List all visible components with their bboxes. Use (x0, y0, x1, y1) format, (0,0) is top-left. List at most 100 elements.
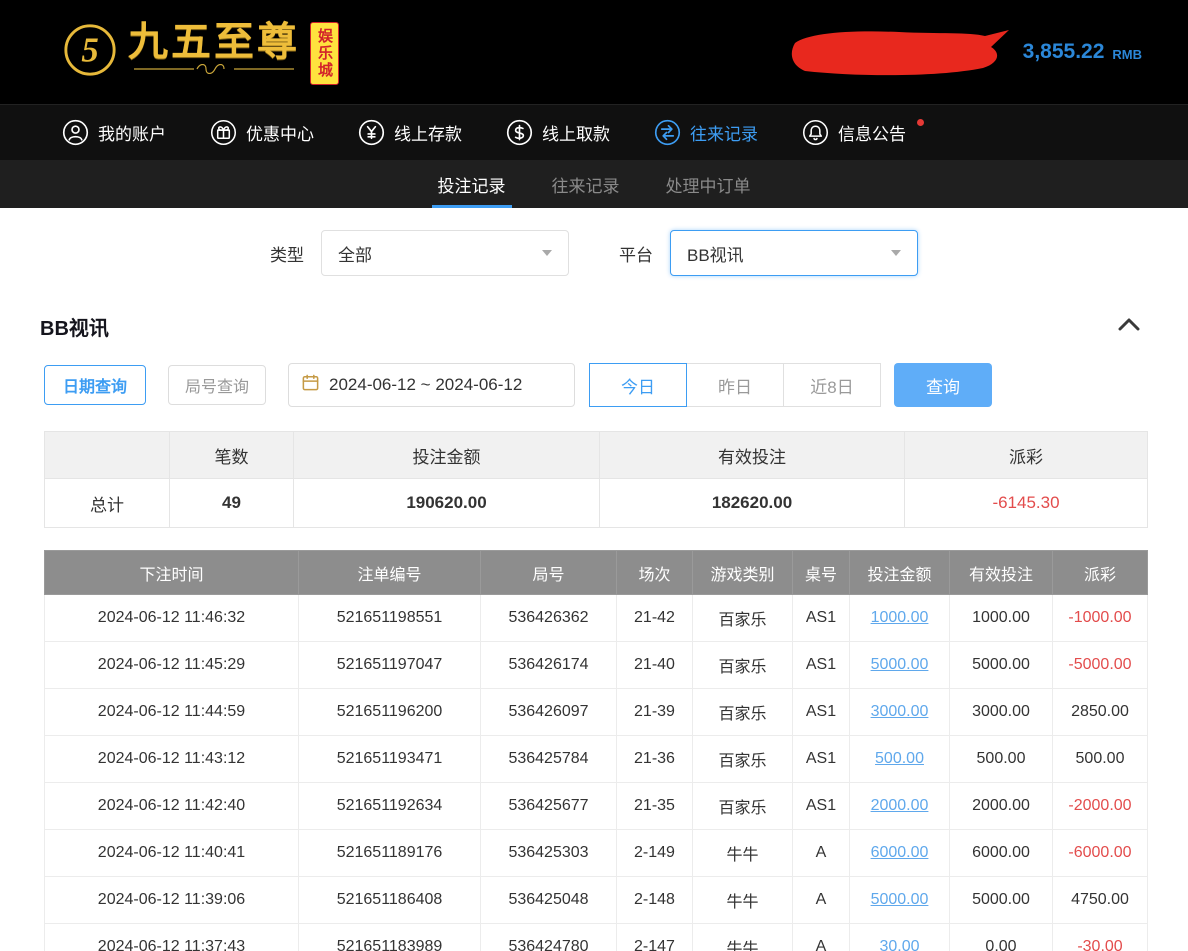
cell-game-type: 百家乐 (693, 783, 793, 830)
cell-game-type: 牛牛 (693, 877, 793, 924)
cell-session: 2-147 (617, 924, 693, 951)
nav-item-promotions[interactable]: 优惠中心 (210, 119, 314, 146)
cell-game-type: 牛牛 (693, 830, 793, 877)
record-tabs: 投注记录 往来记录 处理中订单 (0, 160, 1188, 208)
table-row: 2024-06-12 11:37:43 521651183989 5364247… (45, 924, 1148, 951)
table-body: 2024-06-12 11:46:32 521651198551 5364263… (45, 595, 1148, 951)
balance-amount: 3,855.22 (1023, 40, 1105, 64)
header-game-type: 游戏类别 (693, 551, 793, 595)
date-range-input[interactable]: 2024-06-12 ~ 2024-06-12 (288, 363, 575, 407)
nav-item-my-account[interactable]: 我的账户 (62, 119, 166, 146)
cell-bet-amount-link[interactable]: 3000.00 (850, 689, 950, 736)
section-title: BB视讯 (40, 312, 109, 341)
nav-item-withdraw[interactable]: 线上取款 (506, 119, 610, 146)
cell-session: 2-148 (617, 877, 693, 924)
cell-bet-amount-link[interactable]: 1000.00 (850, 595, 950, 642)
svg-text:5: 5 (81, 30, 98, 69)
cell-game-type: 百家乐 (693, 689, 793, 736)
yesterday-button[interactable]: 昨日 (686, 363, 784, 407)
cell-table-no: AS1 (793, 783, 850, 830)
summary-valid-bet: 182620.00 (600, 479, 905, 528)
type-select[interactable]: 全部 (321, 230, 569, 276)
date-query-button[interactable]: 日期查询 (44, 365, 146, 405)
redacted-username (789, 27, 1011, 77)
summary-header-bet-amount: 投注金额 (294, 432, 600, 479)
cell-table-no: A (793, 924, 850, 951)
summary-header-payout: 派彩 (905, 432, 1148, 479)
nav-item-deposit[interactable]: 线上存款 (358, 119, 462, 146)
table-row: 2024-06-12 11:45:29 521651197047 5364261… (45, 642, 1148, 689)
cell-bet-amount-link[interactable]: 500.00 (850, 736, 950, 783)
logo-flourish (129, 64, 299, 74)
table-row: 2024-06-12 11:43:12 521651193471 5364257… (45, 736, 1148, 783)
cell-game-type: 百家乐 (693, 642, 793, 689)
transfer-records-icon (654, 119, 681, 146)
tab-betting-records[interactable]: 投注记录 (438, 160, 506, 208)
cell-bet-no: 521651186408 (299, 877, 481, 924)
logo-emblem-icon: 5 (62, 22, 118, 83)
tab-pending-orders[interactable]: 处理中订单 (666, 160, 751, 208)
tab-transaction-records[interactable]: 往来记录 (552, 160, 620, 208)
table-header-row: 下注时间 注单编号 局号 场次 游戏类别 桌号 投注金额 有效投注 派彩 (45, 551, 1148, 595)
deposit-coin-icon (358, 119, 385, 146)
cell-valid-bet: 500.00 (950, 736, 1053, 783)
cell-valid-bet: 5000.00 (950, 642, 1053, 689)
nav-item-announcements[interactable]: 信息公告 (802, 119, 922, 146)
calendar-icon (301, 373, 320, 397)
bell-icon (802, 119, 829, 146)
cell-game-type: 百家乐 (693, 595, 793, 642)
cell-bet-amount-link[interactable]: 6000.00 (850, 830, 950, 877)
collapse-chevron-up-icon[interactable] (1114, 314, 1144, 340)
bet-records-table: 下注时间 注单编号 局号 场次 游戏类别 桌号 投注金额 有效投注 派彩 202… (44, 550, 1148, 951)
cell-bet-time: 2024-06-12 11:42:40 (45, 783, 299, 830)
cell-bet-no: 521651183989 (299, 924, 481, 951)
cell-payout: 4750.00 (1053, 877, 1148, 924)
nav-label: 往来记录 (690, 120, 758, 145)
cell-table-no: A (793, 877, 850, 924)
table-row: 2024-06-12 11:46:32 521651198551 5364263… (45, 595, 1148, 642)
nav-item-transaction-records[interactable]: 往来记录 (654, 119, 758, 146)
last-8-days-button[interactable]: 近8日 (783, 363, 881, 407)
cell-bet-amount-link[interactable]: 5000.00 (850, 877, 950, 924)
site-logo[interactable]: 5 九五至尊 娱乐城 (62, 20, 381, 85)
cell-round-no: 536425677 (481, 783, 617, 830)
summary-table: 笔数 投注金额 有效投注 派彩 总计 49 190620.00 182620.0… (44, 431, 1148, 528)
cell-session: 21-36 (617, 736, 693, 783)
summary-header-blank (45, 432, 170, 479)
summary-payout: -6145.30 (905, 479, 1148, 528)
cell-game-type: 牛牛 (693, 924, 793, 951)
cell-valid-bet: 6000.00 (950, 830, 1053, 877)
chevron-down-icon (891, 250, 901, 256)
table-row: 2024-06-12 11:40:41 521651189176 5364253… (45, 830, 1148, 877)
cell-round-no: 536425048 (481, 877, 617, 924)
platform-section-header: BB视讯 (0, 300, 1188, 349)
main-navigation: 我的账户 优惠中心 线上存款 线上取款 (0, 104, 1188, 160)
cell-game-type: 百家乐 (693, 736, 793, 783)
cell-table-no: AS1 (793, 736, 850, 783)
cell-bet-no: 521651189176 (299, 830, 481, 877)
cell-payout: -6000.00 (1053, 830, 1148, 877)
header-valid-bet: 有效投注 (950, 551, 1053, 595)
cell-payout: -2000.00 (1053, 783, 1148, 830)
nav-label: 优惠中心 (246, 120, 314, 145)
today-button[interactable]: 今日 (589, 363, 687, 407)
cell-bet-amount-link[interactable]: 30.00 (850, 924, 950, 951)
type-filter-label: 类型 (270, 241, 304, 266)
cell-table-no: AS1 (793, 595, 850, 642)
search-button[interactable]: 查询 (894, 363, 992, 407)
cell-session: 21-39 (617, 689, 693, 736)
date-range-value: 2024-06-12 ~ 2024-06-12 (329, 375, 522, 395)
platform-select[interactable]: BB视讯 (670, 230, 918, 276)
table-row: 2024-06-12 11:42:40 521651192634 5364256… (45, 783, 1148, 830)
cell-bet-amount-link[interactable]: 5000.00 (850, 642, 950, 689)
round-query-button[interactable]: 局号查询 (168, 365, 266, 405)
cell-session: 21-35 (617, 783, 693, 830)
nav-label: 信息公告 (838, 120, 906, 145)
logo-badge: 娱乐城 (310, 22, 339, 85)
cell-bet-amount-link[interactable]: 2000.00 (850, 783, 950, 830)
cell-bet-no: 521651193471 (299, 736, 481, 783)
query-controls: 日期查询 局号查询 2024-06-12 ~ 2024-06-12 今日 昨日 … (0, 349, 1188, 431)
cell-bet-no: 521651192634 (299, 783, 481, 830)
cell-bet-no: 521651198551 (299, 595, 481, 642)
gift-icon (210, 119, 237, 146)
